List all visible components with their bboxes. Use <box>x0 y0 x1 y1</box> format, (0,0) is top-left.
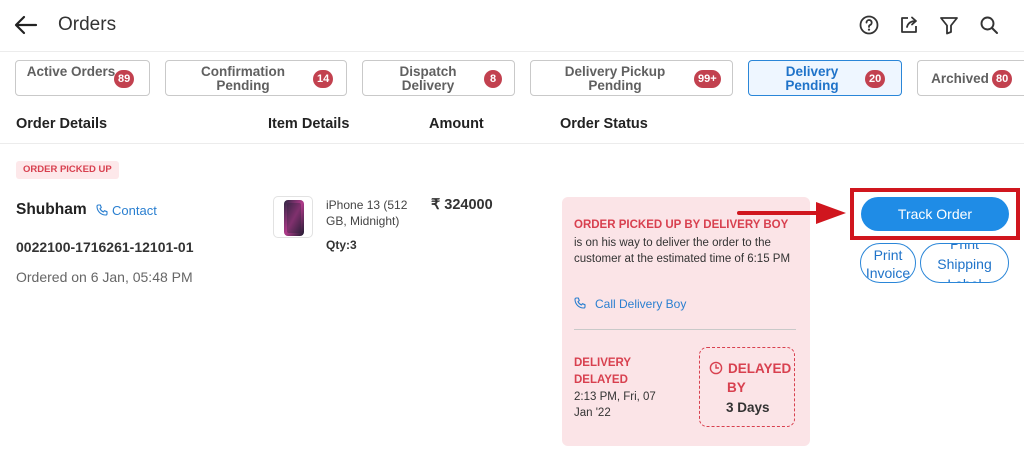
tab-dispatch-delivery[interactable]: Dispatch Delivery 8 <box>362 60 515 96</box>
order-status-card: ORDER PICKED UP BY DELIVERY BOY is on hi… <box>562 197 810 446</box>
tab-label: Active Orders <box>26 64 116 79</box>
tab-archived[interactable]: Archived 80 <box>917 60 1024 96</box>
tab-label: Delivery Pickup Pending <box>564 64 666 93</box>
tab-count-badge: 20 <box>865 70 886 88</box>
product-thumbnail <box>273 196 313 238</box>
clock-icon <box>709 361 723 375</box>
delayed-label: DELAYED <box>728 361 792 376</box>
share-icon[interactable] <box>898 14 920 36</box>
print-invoice-button[interactable]: Print Invoice <box>860 243 916 283</box>
back-arrow-icon[interactable] <box>12 12 40 38</box>
phone-image <box>284 200 304 236</box>
tab-label: Dispatch Delivery <box>399 64 457 93</box>
tab-count-badge: 14 <box>313 70 334 88</box>
column-header-amount: Amount <box>429 116 484 132</box>
customer-name: Shubham <box>16 201 87 218</box>
divider <box>574 329 796 330</box>
order-date: Ordered on 6 Jan, 05:48 PM <box>16 269 193 285</box>
order-amount: ₹ 324000 <box>431 197 493 213</box>
divider <box>0 143 1024 144</box>
annotation-arrow-icon <box>737 202 846 224</box>
tab-label: Archived <box>931 71 989 86</box>
column-header-order-details: Order Details <box>16 116 108 132</box>
tab-delivery-pickup-pending[interactable]: Delivery Pickup Pending 99+ <box>530 60 733 96</box>
delayed-by-value: 3 Days <box>726 400 770 415</box>
tab-delivery-pending[interactable]: Delivery Pending 20 <box>748 60 902 96</box>
tab-label: Confirmation Pending <box>201 64 285 93</box>
call-delivery-boy-link[interactable]: Call Delivery Boy <box>574 297 686 311</box>
column-header-order-status: Order Status <box>560 116 648 132</box>
order-id: 0022100-1716261-12101-01 <box>16 239 194 255</box>
help-icon[interactable] <box>858 14 880 36</box>
column-header-item-details: Item Details <box>268 116 350 132</box>
tab-confirmation-pending[interactable]: Confirmation Pending 14 <box>165 60 347 96</box>
tab-active-orders[interactable]: Active Orders 89 <box>15 60 150 96</box>
delay-timestamp: 2:13 PM, Fri, 07 Jan '22 <box>574 391 656 419</box>
tab-label: Delivery Pending <box>785 64 839 93</box>
tab-count-badge: 80 <box>992 70 1013 88</box>
tab-count-badge: 89 <box>114 70 135 88</box>
status-message: is on his way to deliver the order to th… <box>574 237 791 265</box>
search-icon[interactable] <box>978 14 1000 36</box>
tab-count-badge: 8 <box>484 70 502 88</box>
delayed-by-label: BY <box>727 380 746 395</box>
tab-count-badge: 99+ <box>694 70 721 88</box>
call-label: Call Delivery Boy <box>595 297 687 311</box>
product-quantity: Qty:3 <box>326 238 357 252</box>
delayed-by-box: DELAYED BY 3 Days <box>699 347 795 427</box>
product-name: iPhone 13 (512 GB, Midnight) <box>326 198 408 228</box>
track-order-button[interactable]: Track Order <box>861 197 1009 231</box>
status-badge: ORDER PICKED UP <box>16 161 119 179</box>
page-title: Orders <box>58 14 117 35</box>
phone-icon <box>96 204 108 216</box>
print-shipping-label-text: Print Shipping Label <box>937 243 992 282</box>
phone-icon <box>574 297 586 309</box>
contact-label: Contact <box>112 203 157 218</box>
contact-link[interactable]: Contact <box>96 203 157 218</box>
filter-icon[interactable] <box>938 14 960 36</box>
app-header: Orders <box>0 0 1024 52</box>
print-shipping-label-button[interactable]: Print Shipping Label <box>920 243 1009 283</box>
delay-heading: DELIVERY DELAYED <box>574 357 631 386</box>
